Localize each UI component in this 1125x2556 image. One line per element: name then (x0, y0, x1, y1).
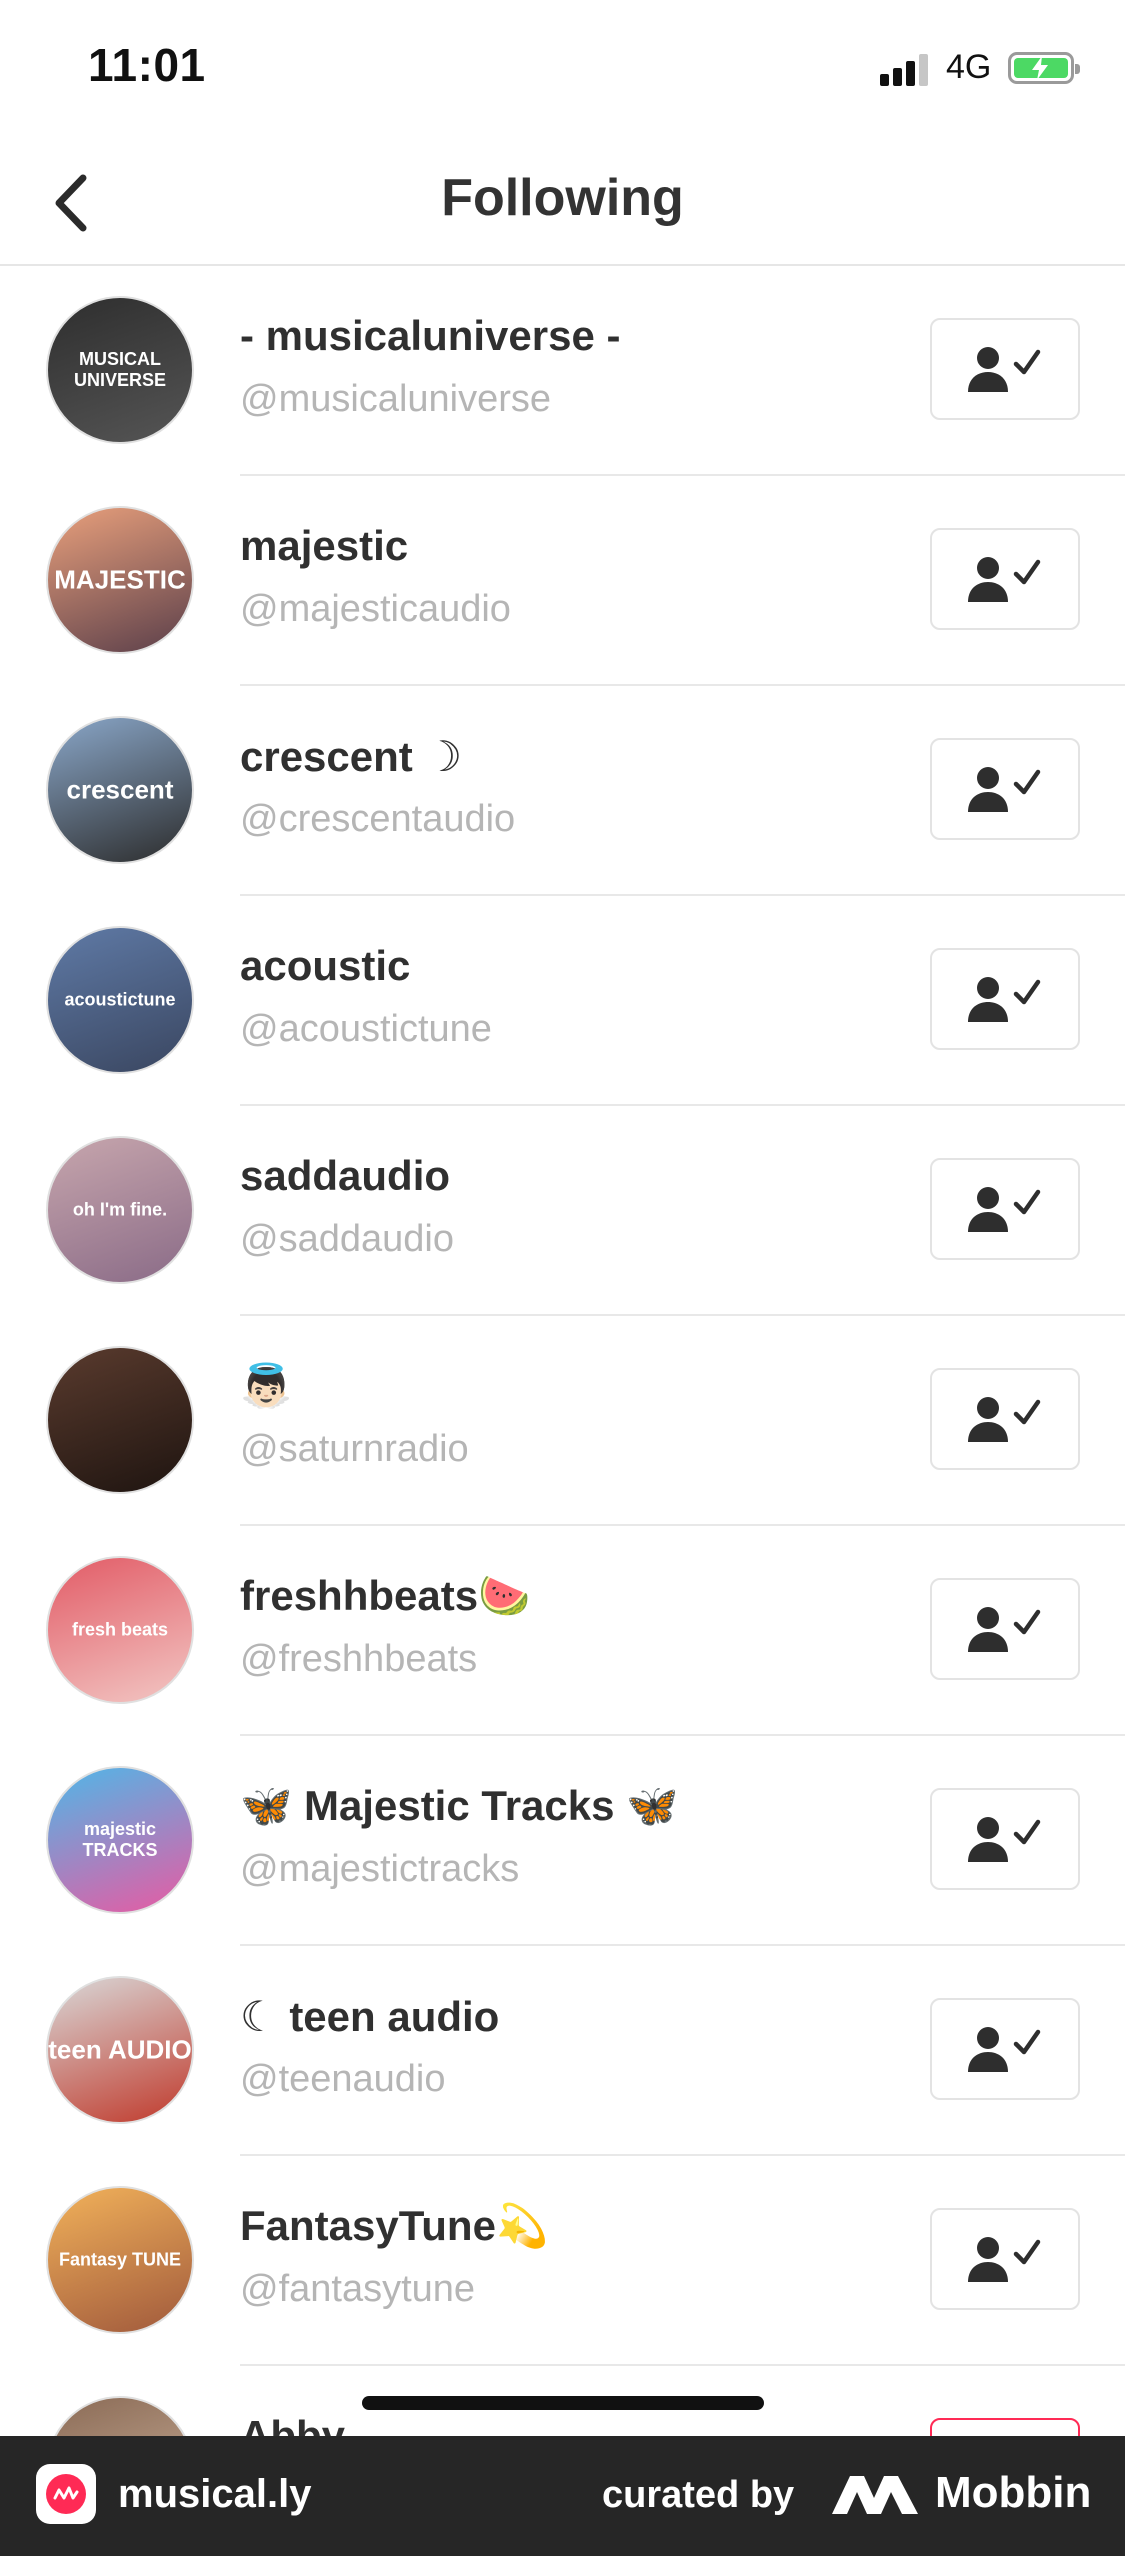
user-name[interactable]: majestic (240, 522, 408, 570)
avatar-label: acoustictune (64, 989, 176, 1010)
avatar-label: MUSICAL UNIVERSE (73, 349, 167, 390)
user-check-icon (968, 347, 1041, 392)
user-name[interactable]: 👼🏻 (240, 1362, 292, 1411)
user-name[interactable]: freshhbeats🍉 (240, 1572, 530, 1621)
screen: 11:01 4G Following MUSICAL UNIVERSE - mu… (0, 0, 1125, 2556)
following-toggle-button[interactable] (930, 1578, 1080, 1680)
following-row[interactable]: crescent crescent ☽ @crescentaudio (0, 686, 1125, 896)
app-name: musical.ly (118, 2472, 312, 2516)
following-toggle-button[interactable] (930, 528, 1080, 630)
status-bar: 11:01 4G (0, 0, 1125, 140)
following-toggle-button[interactable] (930, 738, 1080, 840)
avatar[interactable]: MUSICAL UNIVERSE (46, 296, 194, 444)
avatar[interactable]: fresh beats (46, 1556, 194, 1704)
avatar-label: oh I'm fine. (72, 1199, 168, 1220)
user-check-icon (968, 977, 1041, 1022)
following-toggle-button[interactable] (930, 1158, 1080, 1260)
avatar[interactable]: MAJESTIC (46, 506, 194, 654)
following-toggle-button[interactable] (930, 1998, 1080, 2100)
user-handle: @musicaluniverse (240, 378, 552, 420)
musically-app-icon (36, 2464, 96, 2524)
following-row[interactable]: fresh beats freshhbeats🍉 @freshhbeats (0, 1526, 1125, 1736)
avatar-label: teen AUDIO (48, 2034, 192, 2065)
following-row[interactable]: teen AUDIO ☾ teen audio @teenaudio (0, 1946, 1125, 2156)
user-name[interactable]: acoustic (240, 942, 410, 990)
user-name[interactable]: FantasyTune💫 (240, 2202, 548, 2251)
following-row[interactable]: MAJESTIC majestic @majesticaudio (0, 476, 1125, 686)
curated-by-label: curated by (602, 2474, 795, 2516)
mobbin-logo-icon (832, 2476, 918, 2514)
user-name[interactable]: saddaudio (240, 1152, 450, 1200)
nav-bar: Following (0, 140, 1125, 266)
user-check-icon (968, 1607, 1041, 1652)
user-handle: @majestictracks (240, 1848, 520, 1890)
user-handle: @freshhbeats (240, 1638, 478, 1680)
following-row[interactable]: MUSICAL UNIVERSE - musicaluniverse - @mu… (0, 266, 1125, 476)
avatar[interactable] (46, 1346, 194, 1494)
avatar-label: MAJESTIC (54, 564, 186, 595)
following-row[interactable]: 👼🏻 @saturnradio (0, 1316, 1125, 1526)
user-handle: @saturnradio (240, 1428, 469, 1470)
network-type: 4G (946, 48, 992, 86)
following-toggle-button[interactable] (930, 948, 1080, 1050)
avatar[interactable]: crescent (46, 716, 194, 864)
home-indicator (362, 2396, 764, 2410)
avatar-label: fresh beats (71, 1619, 169, 1640)
user-handle: @acoustictune (240, 1008, 492, 1050)
following-row[interactable]: majestic TRACKS 🦋 Majestic Tracks 🦋 @maj… (0, 1736, 1125, 1946)
following-row[interactable]: acoustictune acoustic @acoustictune (0, 896, 1125, 1106)
avatar[interactable]: majestic TRACKS (46, 1766, 194, 1914)
following-toggle-button[interactable] (930, 1368, 1080, 1470)
avatar[interactable]: acoustictune (46, 926, 194, 1074)
user-check-icon (968, 557, 1041, 602)
avatar-label: crescent (66, 774, 174, 805)
avatar[interactable]: oh I'm fine. (46, 1136, 194, 1284)
signal-icon (880, 52, 932, 86)
user-name[interactable]: 🦋 Majestic Tracks 🦋 (240, 1782, 678, 1831)
user-check-icon (968, 2237, 1041, 2282)
following-row[interactable]: oh I'm fine. saddaudio @saddaudio (0, 1106, 1125, 1316)
user-check-icon (968, 767, 1041, 812)
avatar[interactable]: Fantasy TUNE (46, 2186, 194, 2334)
page-title: Following (441, 169, 684, 227)
following-toggle-button[interactable] (930, 2208, 1080, 2310)
user-name[interactable]: ☾ teen audio (240, 1992, 499, 2041)
user-handle: @crescentaudio (240, 798, 516, 840)
user-handle: @teenaudio (240, 2058, 446, 2100)
following-list: MUSICAL UNIVERSE - musicaluniverse - @mu… (0, 266, 1125, 2556)
following-toggle-button[interactable] (930, 318, 1080, 420)
user-check-icon (968, 1817, 1041, 1862)
user-check-icon (968, 1187, 1041, 1232)
avatar-label: Fantasy TUNE (58, 2249, 182, 2270)
user-check-icon (968, 1397, 1041, 1442)
mobbin-brand: Mobbin (935, 2468, 1092, 2517)
user-handle: @fantasytune (240, 2268, 476, 2310)
following-toggle-button[interactable] (930, 1788, 1080, 1890)
user-handle: @majesticaudio (240, 588, 511, 630)
avatar[interactable]: teen AUDIO (46, 1976, 194, 2124)
user-check-icon (968, 2027, 1041, 2072)
battery-icon (1008, 52, 1080, 84)
user-name[interactable]: crescent ☽ (240, 732, 462, 781)
user-handle: @saddaudio (240, 1218, 454, 1260)
footer-banner: musical.ly curated by Mobbin (0, 2436, 1125, 2556)
following-row[interactable]: Fantasy TUNE FantasyTune💫 @fantasytune (0, 2156, 1125, 2366)
avatar-label: majestic TRACKS (82, 1819, 158, 1860)
user-name[interactable]: - musicaluniverse - (240, 312, 620, 360)
status-time: 11:01 (88, 39, 206, 91)
